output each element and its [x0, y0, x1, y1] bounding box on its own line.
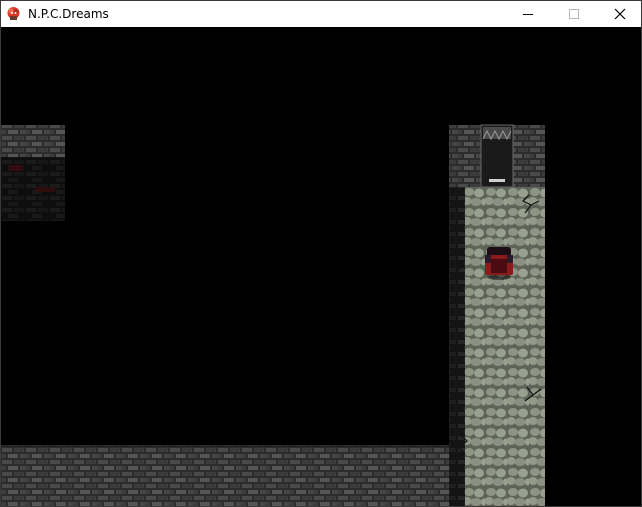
close-button[interactable] [597, 1, 641, 27]
left-blood-stain [35, 187, 55, 192]
game-viewport[interactable] [1, 27, 641, 506]
player-body-shade [491, 259, 507, 273]
minimize-icon [523, 14, 533, 15]
close-icon [614, 8, 626, 20]
left-upper-wall [1, 125, 65, 157]
player-shoulder [507, 255, 513, 263]
game-window: N.P.C.Dreams [0, 0, 642, 507]
bottom-wall [1, 445, 449, 506]
corridor-floor [465, 187, 545, 506]
player-shoulder [485, 255, 491, 263]
door-step [489, 179, 505, 182]
corridor-left-wall [449, 187, 465, 506]
title-bar: N.P.C.Dreams [1, 1, 641, 27]
maximize-icon [569, 9, 579, 19]
game-scene [1, 124, 545, 506]
bottom-wall-top-edge [1, 445, 449, 447]
app-icon [7, 7, 20, 20]
window-title: N.P.C.Dreams [28, 7, 109, 21]
left-blood-stain [9, 165, 23, 171]
maximize-button[interactable] [551, 1, 597, 27]
door-grate [483, 127, 511, 139]
minimize-button[interactable] [505, 1, 551, 27]
